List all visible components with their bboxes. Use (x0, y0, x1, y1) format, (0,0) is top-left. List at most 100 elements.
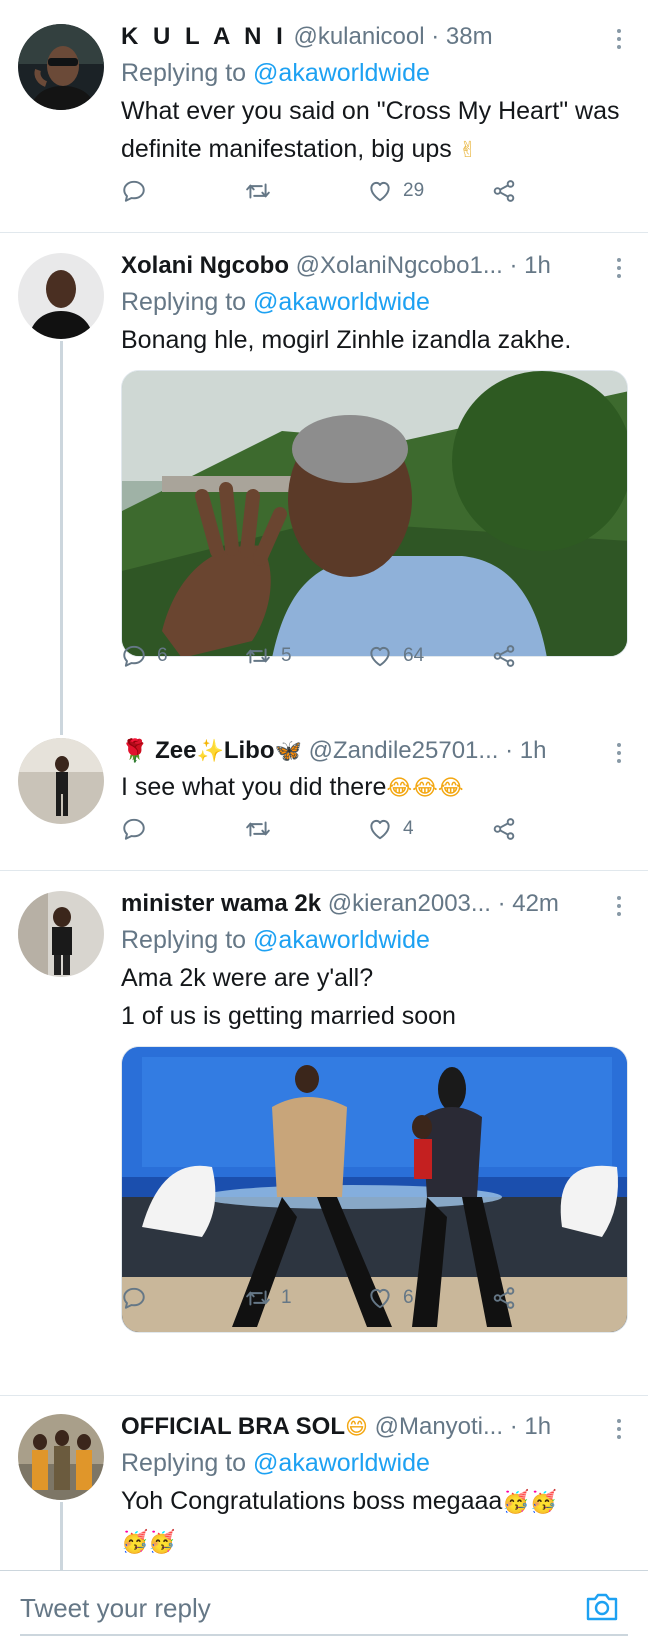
input-underline (20, 1634, 628, 1636)
user-handle[interactable]: @Manyoti... (375, 1413, 503, 1440)
display-name[interactable]: K U L A N I (121, 23, 287, 50)
avatar[interactable] (18, 738, 104, 824)
share-button[interactable] (491, 176, 517, 206)
share-button[interactable] (491, 641, 517, 671)
partying-face-icon: 🥳🥳 (502, 1490, 558, 1515)
like-button[interactable]: 4 (367, 814, 414, 844)
more-icon[interactable] (616, 29, 622, 49)
tweet-actions: 1 6 (121, 1283, 541, 1313)
display-name[interactable]: minister wama 2k (121, 890, 321, 917)
like-button[interactable]: 6 (367, 1283, 414, 1313)
display-name[interactable]: OFFICIAL BRA SOL😄 (121, 1413, 368, 1440)
tweet[interactable]: K U L A N I @kulanicool · 38m Replying t… (0, 0, 648, 232)
user-handle[interactable]: @kulanicool (293, 23, 424, 50)
replying-to-label: Replying to (121, 288, 254, 316)
reply-icon (121, 1285, 147, 1311)
share-icon (491, 643, 517, 669)
more-icon[interactable] (616, 1419, 622, 1439)
tweet-header: minister wama 2k @kieran2003... · 42m (121, 887, 628, 921)
tweet[interactable]: Xolani Ngcobo @XolaniNgcobo1... · 1h Rep… (0, 233, 648, 735)
user-handle[interactable]: @Zandile25701... (309, 737, 499, 764)
avatar[interactable] (18, 891, 104, 977)
mention-link[interactable]: @akaworldwide (253, 1449, 430, 1477)
share-button[interactable] (491, 814, 517, 844)
user-handle[interactable]: @kieran2003... (328, 890, 491, 917)
retweet-button[interactable] (245, 814, 281, 844)
reply-button[interactable]: 6 (121, 641, 168, 671)
like-icon (367, 643, 393, 669)
retweet-icon (245, 816, 271, 842)
display-name-part: Libo (223, 737, 275, 764)
reply-composer[interactable]: Tweet your reply (0, 1570, 648, 1646)
display-name[interactable]: Xolani Ngcobo (121, 252, 289, 279)
tweet-text-body: I see what you did there (121, 773, 387, 801)
like-count: 4 (403, 818, 414, 839)
reply-count: 6 (157, 645, 168, 666)
victory-hand-icon: ✌ (458, 138, 478, 163)
thread-line (60, 1502, 63, 1570)
avatar[interactable] (18, 1414, 104, 1500)
reply-icon (121, 178, 147, 204)
tweet-text: 🥳🥳 (121, 1522, 628, 1562)
tweet-text-line: 1 of us is getting married soon (121, 1002, 456, 1030)
timestamp: · 38m (431, 23, 493, 50)
timestamp: · 1h (509, 1413, 552, 1440)
replying-to-label: Replying to (121, 59, 254, 87)
tweet-actions: 6 5 64 (121, 641, 541, 671)
retweet-button[interactable]: 1 (245, 1283, 292, 1313)
tweet-text: Bonang hle, mogirl Zinhle izandla zakhe. (121, 326, 572, 354)
replying-to: Replying to @akaworldwide (121, 921, 628, 959)
more-icon[interactable] (616, 896, 622, 916)
tweet-header: 🌹 Zee✨Libo🦋 @Zandile25701... · 1h (121, 734, 628, 768)
reply-button[interactable] (121, 176, 157, 206)
retweet-icon (245, 178, 271, 204)
replying-to: Replying to @akaworldwide (121, 283, 628, 321)
user-handle[interactable]: @XolaniNgcobo1... (296, 252, 503, 279)
replying-to-label: Replying to (121, 926, 254, 954)
reply-icon (121, 643, 147, 669)
tweet-photo[interactable] (121, 370, 628, 657)
more-icon[interactable] (616, 258, 622, 278)
avatar[interactable] (18, 253, 104, 339)
share-button[interactable] (491, 1283, 517, 1313)
retweet-button[interactable]: 5 (245, 641, 292, 671)
like-count: 29 (403, 180, 425, 201)
mention-link[interactable]: @akaworldwide (253, 59, 430, 87)
display-name[interactable]: Zee✨Libo🦋 (155, 737, 302, 764)
retweet-count: 5 (281, 645, 292, 666)
share-icon (491, 816, 517, 842)
like-button[interactable]: 64 (367, 641, 424, 671)
tweet-text-line: Ama 2k were are y'all? (121, 964, 374, 992)
rose-icon: 🌹 (121, 739, 149, 764)
share-icon (491, 1285, 517, 1311)
mention-link[interactable]: @akaworldwide (253, 288, 430, 316)
replying-to: Replying to @akaworldwide (121, 1444, 628, 1482)
like-icon (367, 1285, 393, 1311)
retweet-icon (245, 643, 271, 669)
display-name-part: Zee (155, 737, 197, 764)
reply-icon (121, 816, 147, 842)
mention-link[interactable]: @akaworldwide (253, 926, 430, 954)
like-button[interactable]: 29 (367, 176, 424, 206)
grinning-face-icon: 😄 (345, 1415, 368, 1440)
tweet[interactable]: 🌹 Zee✨Libo🦋 @Zandile25701... · 1h I see … (0, 730, 648, 870)
tweet-actions: 4 (121, 814, 541, 844)
thread-line (60, 341, 63, 735)
camera-icon[interactable] (584, 1591, 620, 1623)
more-icon[interactable] (616, 743, 622, 763)
replying-to-label: Replying to (121, 1449, 254, 1477)
tweet[interactable]: minister wama 2k @kieran2003... · 42m Re… (0, 871, 648, 1395)
tweet-text: Yoh Congratulations boss megaaa🥳🥳 (121, 1482, 628, 1522)
reply-button[interactable] (121, 1283, 157, 1313)
avatar[interactable] (18, 24, 104, 110)
like-icon (367, 816, 393, 842)
tweet-text-body: Yoh Congratulations boss megaaa (121, 1487, 503, 1515)
sparkles-icon: ✨ (196, 739, 224, 764)
retweet-button[interactable] (245, 176, 281, 206)
tears-of-joy-icon: 😂😂😂 (386, 776, 464, 801)
reply-input[interactable]: Tweet your reply (20, 1593, 211, 1624)
replying-to: Replying to @akaworldwide (121, 54, 628, 92)
reply-button[interactable] (121, 814, 157, 844)
tweet[interactable]: OFFICIAL BRA SOL😄 @Manyoti... · 1h Reply… (0, 1396, 648, 1570)
timestamp: · 42m (497, 890, 559, 917)
